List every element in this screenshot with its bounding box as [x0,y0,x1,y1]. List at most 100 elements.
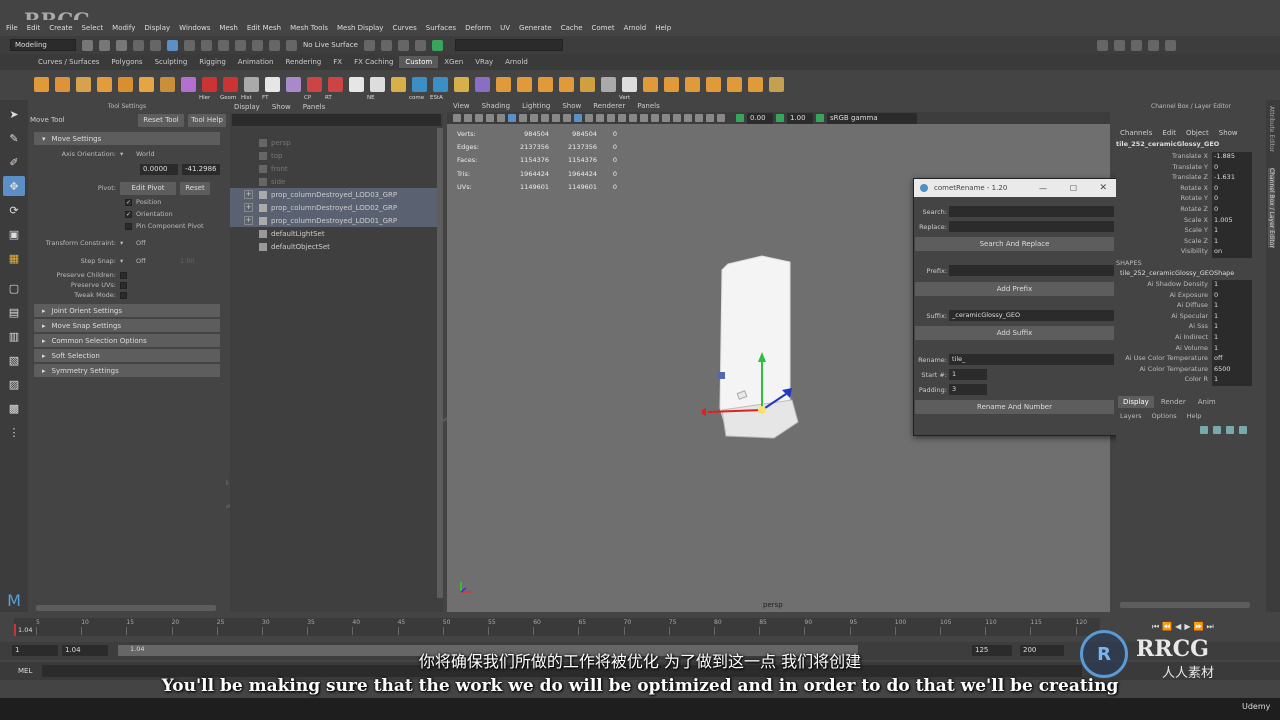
shelf-tool-icon[interactable] [97,76,112,92]
viewport-menu-item[interactable]: View [453,102,470,110]
shelf-tab[interactable]: Rigging [193,56,232,68]
motion-blur-icon[interactable] [640,114,648,122]
pivot-reset-button[interactable]: Reset [180,181,210,195]
channel-attr-row[interactable]: Ai Diffuse 1 [1116,301,1266,312]
orientation-checkbox[interactable]: ✓ [125,210,132,218]
layout-four-icon[interactable]: ▤ [3,302,25,322]
shelf-tool-icon[interactable] [475,76,490,92]
channel-attr-value[interactable]: on [1212,247,1252,258]
save-icon[interactable] [116,39,127,51]
channel-attr-value[interactable]: -1.885 [1212,152,1252,163]
axis-field-b[interactable]: -41.2986 [182,163,220,175]
menu-item[interactable]: Cache [561,24,583,32]
viewport-menu-item[interactable]: Panels [637,102,660,110]
attribute-editor-tab[interactable]: Attribute Editor [1268,106,1275,152]
channel-attr-row[interactable]: Ai Exposure 0 [1116,290,1266,302]
channel-attr-row[interactable]: Ai Shadow Density 1 [1116,279,1266,291]
layout-graph-icon[interactable]: ▨ [3,374,25,394]
outliner-menu-item[interactable]: Panels [303,103,326,111]
channel-attr-value[interactable]: 1 [1212,236,1252,248]
snap-point-icon[interactable] [252,39,263,51]
padding-input[interactable]: 3 [949,384,987,395]
step-back-key-icon[interactable]: ⏪ [1162,622,1172,632]
outliner-item[interactable]: + prop_columnDestroyed_LOD03_GRP [230,188,443,201]
last-tool-icon[interactable]: ▦ [3,248,25,268]
step-value[interactable]: Off [136,257,180,265]
channel-attr-value[interactable]: 6500 [1212,364,1252,376]
channel-attr-value[interactable]: 0 [1212,183,1252,195]
layer-up-icon[interactable] [1200,426,1208,434]
aa-icon[interactable] [651,114,659,122]
field-chart-icon[interactable] [541,114,549,122]
reset-tool-button[interactable]: Reset Tool [138,113,184,127]
gamma-field[interactable]: 1.00 [787,112,813,124]
exposure-field[interactable]: 0.00 [747,112,773,124]
camera-attr-icon[interactable] [464,114,472,122]
command-field[interactable] [454,39,563,51]
suffix-input[interactable]: _ceramicGlossy_GEO [949,310,1114,321]
step-forward-key-icon[interactable]: ⏩ [1193,622,1203,632]
film-gate-icon[interactable] [508,114,516,122]
shelf-tab[interactable]: Polygons [105,56,148,68]
menu-item[interactable]: Help [655,24,671,32]
dof-icon[interactable] [662,114,670,122]
snap-surface-icon[interactable] [286,39,297,51]
settings-section[interactable]: ▸ Move Snap Settings [34,319,220,332]
add-prefix-button[interactable]: Add Prefix [915,282,1114,296]
ipr-icon[interactable] [397,39,409,51]
outliner-menu-item[interactable]: Show [272,103,291,111]
redo-icon[interactable] [150,39,161,51]
layout-more-icon[interactable]: ⋮ [3,422,25,442]
layout-icon[interactable] [1164,39,1176,51]
select-object-icon[interactable] [184,39,195,51]
channel-attr-row[interactable]: Translate Y 0 [1116,162,1266,174]
xray-joints-icon[interactable] [695,114,703,122]
shelf-tool-icon[interactable] [769,76,784,92]
shelf-tool-icon[interactable]: RT [325,76,343,101]
outliner-item[interactable]: front [230,162,443,175]
bookmark-icon[interactable] [475,114,483,122]
channel-attr-value[interactable]: -1.631 [1212,173,1252,184]
layer-menu-item[interactable]: Layers [1120,412,1142,420]
layout-icon[interactable] [1147,39,1159,51]
menu-item[interactable]: Select [82,24,104,32]
channel-menu-item[interactable]: Object [1186,129,1209,137]
scale-tool-icon[interactable]: ▣ [3,224,25,244]
viewport-menu-item[interactable]: Renderer [593,102,625,110]
channel-attr-value[interactable]: 0 [1212,290,1252,302]
undo-icon[interactable] [133,39,144,51]
step-field[interactable]: 1.00 [180,257,194,265]
settings-section[interactable]: ▸ Soft Selection [34,349,220,362]
menu-item[interactable]: File [6,24,18,32]
shelf-tab[interactable]: FX Caching [348,56,399,68]
exposure-icon[interactable] [736,114,744,122]
channel-menu-item[interactable]: Show [1219,129,1238,137]
shelf-tab[interactable]: Rendering [279,56,327,68]
rotate-tool-icon[interactable]: ⟳ [3,200,25,220]
shelf-tool-icon[interactable]: Hist [241,76,259,101]
outliner-scrollbar[interactable] [437,128,443,598]
channel-attr-row[interactable]: Translate X -1.885 [1116,152,1266,163]
lasso-tool-icon[interactable]: ✎ [3,128,25,148]
channel-attr-row[interactable]: Ai Volume 1 [1116,343,1266,355]
replace-input[interactable] [949,221,1114,232]
layout-icon[interactable] [1130,39,1142,51]
layer-menu-item[interactable]: Help [1187,412,1202,420]
shelf-tool-icon[interactable]: CP [304,76,322,101]
render-settings-icon[interactable] [414,39,426,51]
history-icon[interactable] [363,39,375,51]
open-icon[interactable] [99,39,110,51]
tweak-checkbox[interactable] [120,291,127,299]
pin-checkbox[interactable] [125,222,132,230]
shelf-tool-icon[interactable]: Vert [619,76,637,101]
tool-settings-scrollbar[interactable] [36,605,216,611]
shelf-tool-icon[interactable] [55,76,70,92]
axis-field-a[interactable]: 0.0000 [140,163,178,175]
edit-pivot-button[interactable]: Edit Pivot [120,181,176,195]
layout-custom-icon[interactable]: ▩ [3,398,25,418]
outliner-item[interactable]: defaultLightSet [230,227,443,240]
paint-select-icon[interactable]: ✐ [3,152,25,172]
channel-attr-value[interactable]: 0 [1212,162,1252,174]
xray-components-icon[interactable] [706,114,714,122]
new-layer-selected-icon[interactable] [1239,426,1247,434]
